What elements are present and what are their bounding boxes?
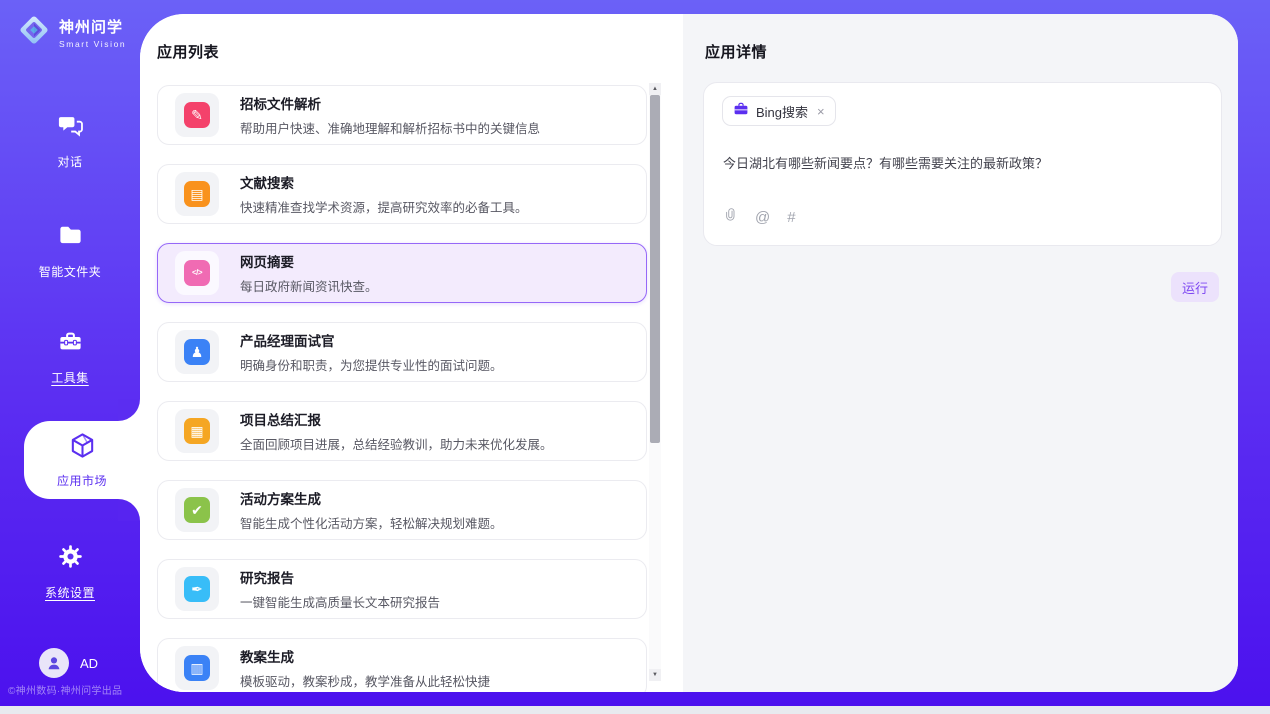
app-list-cards: ✎ 招标文件解析 帮助用户快速、准确地理解和解析招标书中的关键信息 ▤ 文献搜索…: [157, 85, 647, 692]
chat-icon: [57, 112, 84, 144]
composer-toolbar: @ #: [723, 207, 796, 227]
app-detail-title: 应用详情: [705, 41, 767, 62]
bubble-top-curve: [118, 399, 140, 421]
sidebar-item-label: 应用市场: [57, 472, 107, 489]
main-panel: 应用列表 ✎ 招标文件解析 帮助用户快速、准确地理解和解析招标书中的关键信息 ▤…: [140, 14, 1238, 692]
clipboard-icon: ✔: [175, 488, 219, 532]
run-button[interactable]: 运行: [1171, 272, 1219, 302]
app-title: 教案生成: [240, 646, 490, 666]
copyright-footer: ©神州数码·神州问学出品: [8, 682, 122, 697]
app-card[interactable]: ✔ 活动方案生成 智能生成个性化活动方案，轻松解决规划难题。: [157, 480, 647, 540]
pen-icon: ✎: [175, 93, 219, 137]
brand-logo: 神州问学 Smart Vision: [17, 13, 126, 52]
app-title: 文献搜索: [240, 172, 528, 192]
app-description: 明确身份和职责，为您提供专业性的面试问题。: [240, 355, 503, 374]
sidebar-item-label: 工具集: [51, 369, 89, 386]
hash-icon[interactable]: #: [787, 210, 795, 225]
app-card[interactable]: ▤ 文献搜索 快速精准查找学术资源，提高研究效率的必备工具。: [157, 164, 647, 224]
app-description: 模板驱动，教案秒成，教学准备从此轻松快捷: [240, 671, 490, 690]
sidebar-item-label: 对话: [57, 153, 82, 170]
scroll-up-icon[interactable]: ▲: [649, 83, 661, 95]
sidebar-item-label: 智能文件夹: [39, 263, 102, 280]
sidebar-item-toolset[interactable]: 工具集: [0, 328, 140, 386]
app-description: 快速精准查找学术资源，提高研究效率的必备工具。: [240, 197, 528, 216]
app-card[interactable]: ▥ 教案生成 模板驱动，教案秒成，教学准备从此轻松快捷: [157, 638, 647, 692]
app-list-scrollbar[interactable]: ▲ ▼: [649, 83, 661, 681]
ink-pen-icon: ✒: [175, 567, 219, 611]
sidebar-item-settings[interactable]: 系统设置: [0, 543, 140, 601]
browser-icon: </>: [175, 251, 219, 295]
app-list-pane: 应用列表 ✎ 招标文件解析 帮助用户快速、准确地理解和解析招标书中的关键信息 ▤…: [140, 14, 683, 692]
app-window: 神州问学 Smart Vision 对话 智能文件夹: [0, 0, 1270, 714]
book-icon: ▤: [175, 172, 219, 216]
tool-chip-bing-search[interactable]: Bing搜索 ×: [722, 96, 836, 126]
app-description: 智能生成个性化活动方案，轻松解决规划难题。: [240, 513, 503, 532]
brand-diamond-icon: [17, 13, 51, 52]
bubble-bottom-curve: [118, 499, 140, 521]
calendar-icon: ▦: [175, 409, 219, 453]
sidebar-item-label: 系统设置: [45, 584, 95, 601]
app-title: 产品经理面试官: [240, 330, 503, 350]
tool-chip-label: Bing搜索: [756, 102, 808, 121]
sidebar-item-chat[interactable]: 对话: [0, 112, 140, 170]
app-description: 一键智能生成高质量长文本研究报告: [240, 592, 440, 611]
app-card[interactable]: ▦ 项目总结汇报 全面回顾项目进展，总结经验教训，助力未来优化发展。: [157, 401, 647, 461]
chip-close-icon[interactable]: ×: [817, 105, 825, 118]
sidebar-item-smart-folder[interactable]: 智能文件夹: [0, 222, 140, 280]
at-icon[interactable]: @: [755, 210, 770, 225]
app-list-title: 应用列表: [157, 41, 219, 62]
brand-name: 神州问学: [59, 16, 126, 37]
user-name: AD: [80, 656, 98, 671]
app-description: 全面回顾项目进展，总结经验教训，助力未来优化发展。: [240, 434, 553, 453]
paperclip-icon[interactable]: [723, 207, 738, 227]
books-icon: ▥: [175, 646, 219, 690]
app-title: 网页摘要: [240, 251, 378, 271]
app-description: 每日政府新闻资讯快查。: [240, 276, 378, 295]
interviewer-icon: ♟: [175, 330, 219, 374]
app-title: 活动方案生成: [240, 488, 503, 508]
app-card[interactable]: ✒ 研究报告 一键智能生成高质量长文本研究报告: [157, 559, 647, 619]
sidebar: 神州问学 Smart Vision 对话 智能文件夹: [0, 0, 140, 706]
folder-icon: [57, 222, 84, 254]
gear-icon: [57, 543, 84, 575]
avatar: [39, 648, 69, 678]
scrollbar-thumb[interactable]: [650, 95, 660, 443]
app-title: 研究报告: [240, 567, 440, 587]
cube-icon: [68, 431, 97, 465]
prompt-card: Bing搜索 × 今日湖北有哪些新闻要点？有哪些需要关注的最新政策？ @ #: [703, 82, 1222, 246]
app-title: 项目总结汇报: [240, 409, 553, 429]
app-description: 帮助用户快速、准确地理解和解析招标书中的关键信息: [240, 118, 540, 137]
app-card[interactable]: ♟ 产品经理面试官 明确身份和职责，为您提供专业性的面试问题。: [157, 322, 647, 382]
scroll-down-icon[interactable]: ▼: [649, 669, 661, 681]
app-title: 招标文件解析: [240, 93, 540, 113]
app-card[interactable]: ✎ 招标文件解析 帮助用户快速、准确地理解和解析招标书中的关键信息: [157, 85, 647, 145]
brand-subtitle: Smart Vision: [59, 39, 126, 49]
user-account[interactable]: AD: [39, 648, 98, 678]
query-text-input[interactable]: 今日湖北有哪些新闻要点？有哪些需要关注的最新政策？: [723, 153, 1203, 172]
sidebar-item-app-market[interactable]: 应用市场: [24, 421, 140, 499]
briefcase-icon: [733, 101, 749, 122]
app-detail-pane: 应用详情 Bing搜索 × 今日湖北有哪些新闻要点？有哪些需要关注的最新政策？: [683, 14, 1238, 692]
toolbox-icon: [57, 328, 84, 360]
app-card[interactable]: </> 网页摘要 每日政府新闻资讯快查。: [157, 243, 647, 303]
